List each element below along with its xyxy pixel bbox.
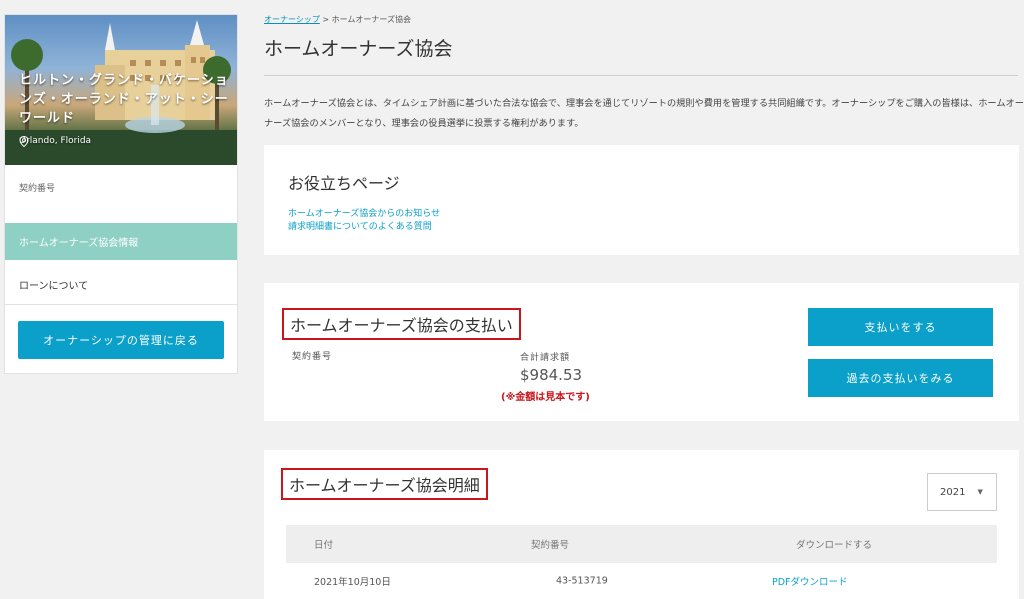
sidebar-item-loan[interactable]: ローンについて	[5, 265, 237, 305]
year-select-value: 2021	[940, 486, 966, 498]
useful-pages-card: お役立ちページ ホームオーナーズ協会からのお知らせ 請求明細書についてのよくある…	[264, 145, 1019, 255]
useful-pages-heading: お役立ちページ	[288, 174, 400, 193]
breadcrumb-current: ホームオーナーズ協会	[331, 15, 411, 24]
sidebar-item-hoa-info[interactable]: ホームオーナーズ協会情報	[5, 223, 237, 260]
total-billed-label: 合計請求額	[520, 353, 571, 363]
resort-name: ヒルトン・グランド・バケーションズ・オーランド・アット・シーワールド	[19, 73, 229, 126]
hoa-notice-link[interactable]: ホームオーナーズ協会からのお知らせ	[288, 206, 440, 219]
hoa-statement-card: ホームオーナーズ協会明細 2021 ▼ 日付 契約番号 ダウンロードする 202…	[264, 450, 1019, 599]
sidebar: ヒルトン・グランド・バケーションズ・オーランド・アット・シーワールド Orlan…	[4, 14, 238, 374]
past-payments-button[interactable]: 過去の支払いをみる	[808, 359, 993, 397]
row-date: 2021年10月10日	[314, 577, 391, 588]
row-contract: 43-513719	[556, 575, 608, 587]
resort-location: Orlando, Florida	[19, 136, 92, 147]
hoa-payment-heading: ホームオーナーズ協会の支払い	[282, 308, 521, 340]
hoa-statement-heading: ホームオーナーズ協会明細	[281, 468, 488, 500]
intro-text: ホームオーナーズ協会とは、タイムシェア計画に基づいた合法な協会で、理事会を通じて…	[264, 98, 1024, 129]
location-pin-icon	[19, 136, 29, 147]
sample-amount-note: (※金額は見本です)	[501, 392, 590, 403]
column-header-date: 日付	[314, 540, 334, 551]
resort-hero-image: ヒルトン・グランド・バケーションズ・オーランド・アット・シーワールド Orlan…	[5, 15, 237, 165]
page-title: ホームオーナーズ協会	[264, 38, 453, 60]
pay-button[interactable]: 支払いをする	[808, 308, 993, 346]
title-divider	[264, 75, 1018, 76]
column-header-download: ダウンロードする	[796, 540, 873, 551]
breadcrumb-link-ownership[interactable]: オーナーシップ	[264, 15, 320, 24]
statement-faq-link[interactable]: 請求明細書についてのよくある質問	[288, 219, 432, 232]
payment-contract-label: 契約番号	[292, 352, 333, 362]
location-text: Orlando, Florida	[19, 136, 92, 146]
back-to-ownership-button[interactable]: オーナーシップの管理に戻る	[18, 321, 224, 359]
statement-table-header: 日付 契約番号 ダウンロードする	[286, 525, 997, 563]
total-amount: $984.53	[520, 366, 583, 384]
breadcrumb-separator: >	[322, 15, 330, 24]
hoa-payment-card: ホームオーナーズ協会の支払い 契約番号 合計請求額 $984.53 (※金額は見…	[264, 283, 1019, 421]
breadcrumb: オーナーシップ > ホームオーナーズ協会	[264, 14, 411, 25]
chevron-down-icon: ▼	[977, 488, 983, 496]
year-select[interactable]: 2021 ▼	[927, 473, 997, 511]
sidebar-contract-label: 契約番号	[19, 184, 56, 194]
column-header-contract: 契約番号	[531, 540, 570, 551]
pdf-download-link[interactable]: PDFダウンロード	[772, 574, 848, 588]
table-row: 2021年10月10日 43-513719 PDFダウンロード	[286, 563, 997, 599]
